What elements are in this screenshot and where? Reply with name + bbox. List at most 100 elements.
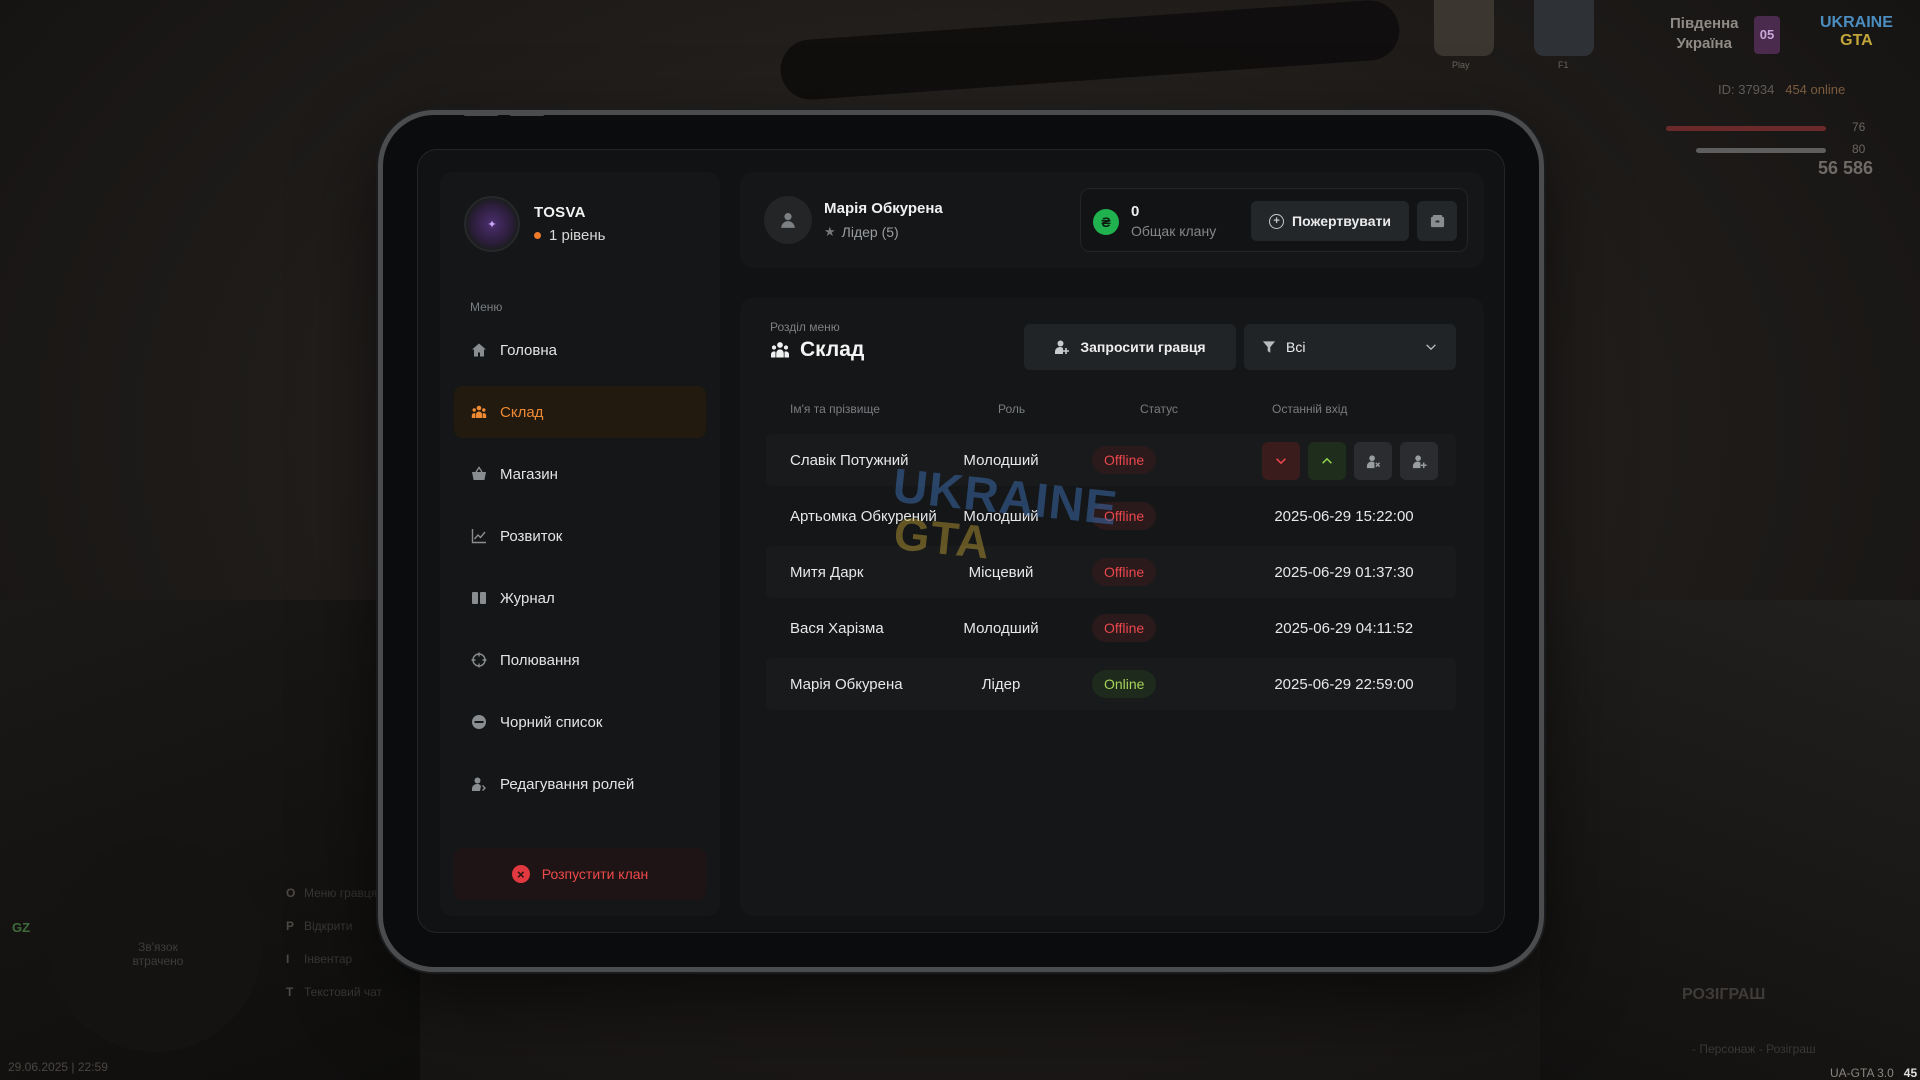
group-icon <box>470 403 488 421</box>
section-caption: Розділ меню <box>770 320 840 334</box>
members-table: Славік Потужний Молодший Offline Артьомк… <box>766 434 1456 714</box>
car-thumbnail-2: F1 <box>1534 0 1594 70</box>
fps-counter: 45 <box>1903 1066 1918 1080</box>
sidebar-item-blacklist[interactable]: Чорний список <box>454 696 706 748</box>
hint-item: I Інвентар <box>286 952 352 966</box>
user-avatar <box>764 196 812 244</box>
filter-select[interactable]: Всі <box>1244 324 1456 370</box>
tablet-button <box>509 111 545 116</box>
member-name: Марія Обкурена <box>790 675 903 693</box>
member-status: Offline <box>1092 490 1157 542</box>
book-icon <box>470 589 488 607</box>
hud-datetime: 29.06.2025 | 22:59 <box>8 1060 108 1074</box>
member-last-login: 2025-06-29 15:22:00 <box>1274 507 1414 525</box>
hud-money: 56 586 <box>1818 158 1874 178</box>
background-floor <box>1540 600 1920 1080</box>
chevron-down-icon <box>1426 344 1436 351</box>
member-role: Лідер <box>981 675 1021 693</box>
car-thumbnail-label: Play <box>1452 60 1470 70</box>
hud-region-line: Південна <box>1670 15 1739 32</box>
user-edit-icon <box>470 775 488 793</box>
giveaway-title: РОЗІГРАШ <box>1682 986 1766 1003</box>
health-value: 76 <box>1852 120 1866 134</box>
sidebar-item-hunting[interactable]: Полювання <box>454 634 706 686</box>
hud-logo-top: UKRAINE <box>1820 14 1893 31</box>
crosshair-icon <box>470 651 488 669</box>
hud-logo: UKRAINE GTA <box>1820 14 1893 50</box>
filter-value: Всі <box>1286 339 1306 355</box>
background-beam <box>778 0 1402 102</box>
column-name: Ім'я та прізвище <box>790 402 880 416</box>
member-status: Offline <box>1092 546 1157 598</box>
sidebar-item-label: Чорний список <box>500 713 603 731</box>
sidebar-item-shop[interactable]: Магазин <box>454 448 706 500</box>
member-name: Вася Харізма <box>790 619 884 637</box>
promote-button[interactable] <box>1308 442 1346 480</box>
sidebar-item-roster[interactable]: Склад <box>454 386 706 438</box>
armor-value: 80 <box>1852 142 1866 156</box>
status-badge: Online <box>1092 670 1157 698</box>
close-circle-icon: × <box>511 865 530 883</box>
hud-logo-bottom: GTA <box>1840 32 1873 49</box>
member-status: Online <box>1092 658 1157 710</box>
table-row[interactable]: Артьомка Обкурений Молодший Offline 2025… <box>766 490 1456 542</box>
minimap-status: Зв'язок втрачено <box>132 940 184 968</box>
gz-indicator: GZ <box>12 920 31 935</box>
member-status: Offline <box>1092 602 1157 654</box>
tablet-frame: ✦ TOSVA 1 рівень Меню Головна Склад Мага… <box>378 110 1544 972</box>
table-row[interactable]: Марія Обкурена Лідер Online 2025-06-29 2… <box>766 658 1456 710</box>
car-thumbnail-label: F1 <box>1558 60 1569 70</box>
hint-label: Відкрити <box>304 919 353 933</box>
menu-caption: Меню <box>470 300 503 314</box>
kick-member-button[interactable] <box>1354 442 1392 480</box>
demote-button[interactable] <box>1262 442 1300 480</box>
sidebar-item-journal[interactable]: Журнал <box>454 572 706 624</box>
member-last-login: 2025-06-29 01:37:30 <box>1274 563 1414 581</box>
hint-key: O <box>286 886 296 900</box>
invite-player-button[interactable]: Запросити гравця <box>1024 324 1236 370</box>
clan-level: 1 рівень <box>534 227 605 244</box>
home-icon <box>470 341 488 359</box>
sidebar-item-label: Магазин <box>500 465 558 483</box>
hud-region: Південна Україна <box>1670 14 1739 54</box>
sidebar-item-development[interactable]: Розвиток <box>454 510 706 562</box>
user-icon <box>781 213 795 228</box>
donate-label: Пожертвувати <box>1292 213 1391 229</box>
remove-user-icon <box>1366 454 1380 468</box>
clan-avatar: ✦ <box>464 196 520 252</box>
disband-label: Розпустити клан <box>541 866 649 882</box>
table-row[interactable]: Славік Потужний Молодший Offline <box>766 434 1456 486</box>
column-role: Роль <box>998 402 1026 416</box>
disband-clan-button[interactable]: × Розпустити клан <box>454 848 706 900</box>
armor-bar <box>1696 148 1826 153</box>
hud-stats: ID: 37934 454 online <box>1718 82 1845 97</box>
sidebar-menu: Головна Склад Магазин Розвиток Журнал По… <box>454 324 706 820</box>
clan-level-label: 1 рівень <box>549 227 606 244</box>
wallet-icon <box>1430 214 1444 227</box>
hud-online-count: 454 online <box>1785 82 1846 97</box>
hud-region-badge: 05 <box>1754 16 1780 54</box>
table-row[interactable]: Митя Дарк Місцевий Offline 2025-06-29 01… <box>766 546 1456 598</box>
sidebar-item-home[interactable]: Головна <box>454 324 706 376</box>
user-name: Марія Обкурена <box>824 200 943 217</box>
status-badge: Offline <box>1092 614 1157 642</box>
table-row[interactable]: Вася Харізма Молодший Offline 2025-06-29… <box>766 602 1456 654</box>
hint-label: Текстовий чат <box>304 985 383 999</box>
column-last-login: Останній вхід <box>1272 402 1348 416</box>
status-badge: Offline <box>1092 446 1157 474</box>
clan-name: TOSVA <box>534 204 586 221</box>
wallet-button[interactable] <box>1417 201 1457 241</box>
sidebar-item-label: Полювання <box>500 651 580 669</box>
member-role: Місцевий <box>968 563 1034 581</box>
sidebar: ✦ TOSVA 1 рівень Меню Головна Склад Мага… <box>440 172 720 916</box>
donate-button[interactable]: + Пожертвувати <box>1251 201 1409 241</box>
sidebar-item-edit-roles[interactable]: Редагування ролей <box>454 758 706 810</box>
column-status: Статус <box>1140 402 1178 416</box>
giveaway-subtitle: - Персонаж - Розіграш <box>1692 1042 1816 1056</box>
hud-region-line: Україна <box>1676 35 1732 52</box>
hint-key: T <box>286 985 294 999</box>
member-role-button[interactable] <box>1400 442 1438 480</box>
star-icon: ★ <box>824 224 836 239</box>
hud-player-id: ID: 37934 <box>1718 82 1775 97</box>
level-dot-icon <box>534 232 541 239</box>
